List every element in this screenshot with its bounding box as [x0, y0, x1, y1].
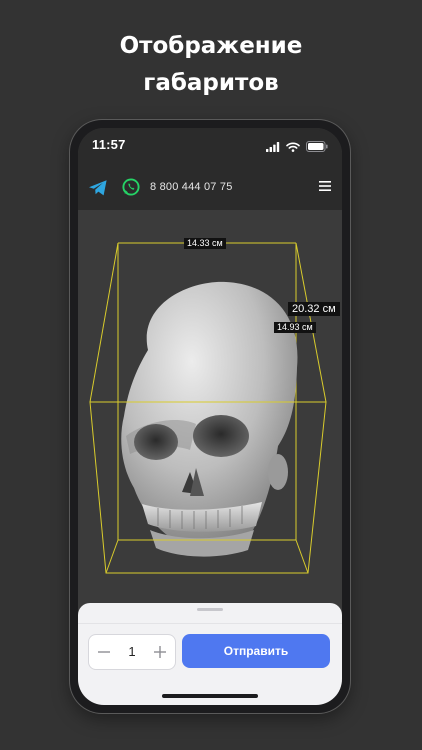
promo-headline: Отображение габаритов	[0, 28, 422, 102]
quantity-value[interactable]: 1	[117, 635, 147, 669]
battery-icon	[306, 139, 328, 157]
headline-line-1: Отображение	[119, 33, 303, 59]
increment-button[interactable]	[147, 635, 173, 669]
headline-line-2: габаритов	[143, 70, 279, 96]
send-button[interactable]: Отправить	[182, 634, 330, 668]
status-icons	[266, 139, 328, 157]
quantity-stepper: 1	[88, 634, 176, 670]
sheet-divider	[78, 623, 342, 624]
app-header: 8 800 444 07 75	[78, 166, 342, 211]
phone-number-link[interactable]: 8 800 444 07 75	[150, 181, 233, 193]
home-indicator	[162, 694, 258, 698]
depth-dimension-label: 14.93 см	[274, 322, 316, 333]
telegram-icon[interactable]	[88, 179, 108, 202]
plus-icon	[154, 646, 166, 658]
skull-model	[121, 281, 298, 557]
status-bar: 11:57	[78, 128, 342, 166]
hamburger-menu-icon[interactable]	[318, 179, 332, 198]
whatsapp-icon[interactable]	[121, 177, 141, 202]
sheet-grabber[interactable]	[197, 608, 223, 611]
signal-icon	[266, 139, 280, 157]
phone-frame: 11:57 8 800 444 07 75 14.33 см 20.32 см …	[70, 120, 350, 713]
status-time: 11:57	[92, 137, 126, 152]
wifi-icon	[286, 139, 300, 157]
minus-icon	[98, 651, 110, 653]
decrement-button[interactable]	[91, 635, 117, 669]
width-dimension-label: 14.33 см	[184, 238, 226, 249]
phone-screen: 11:57 8 800 444 07 75 14.33 см 20.32 см …	[78, 128, 342, 705]
height-dimension-label: 20.32 см	[288, 302, 340, 316]
order-bottom-sheet: 1 Отправить	[78, 603, 342, 705]
